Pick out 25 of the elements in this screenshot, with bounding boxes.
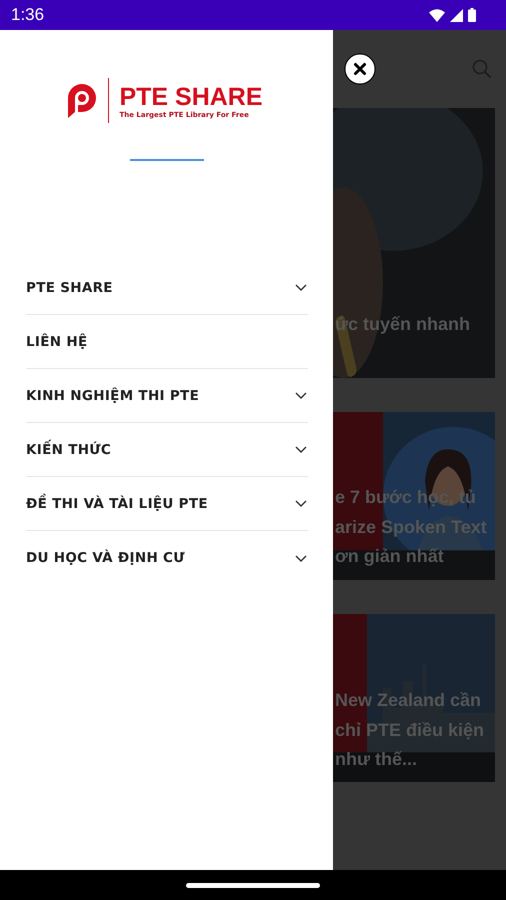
menu-label: DU HỌC VÀ ĐỊNH CƯ xyxy=(26,550,185,566)
close-icon[interactable] xyxy=(344,53,376,85)
chevron-icon[interactable] xyxy=(295,446,307,453)
chevron-icon[interactable] xyxy=(295,392,307,399)
chevron-icon[interactable] xyxy=(295,284,307,291)
status-time: 1:36 xyxy=(11,5,44,25)
menu-label: ĐỀ THI VÀ TÀI LIỆU PTE xyxy=(26,496,208,512)
battery-icon xyxy=(468,8,476,22)
menu-item[interactable]: KIẾN THỨC xyxy=(26,423,308,477)
wifi-icon xyxy=(429,8,445,22)
menu-item[interactable]: DU HỌC VÀ ĐỊNH CƯ xyxy=(26,531,308,585)
menu-label: KINH NGHIỆM THI PTE xyxy=(26,388,200,404)
menu-label: PTE SHARE xyxy=(26,280,113,296)
menu-item[interactable]: ĐỀ THI VÀ TÀI LIỆU PTE xyxy=(26,477,308,531)
menu-item[interactable]: LIÊN HỆ xyxy=(26,315,308,369)
logo-title: PTE SHARE xyxy=(119,82,263,110)
menu-label: KIẾN THỨC xyxy=(26,442,112,458)
logo-icon xyxy=(66,82,98,120)
home-handle[interactable] xyxy=(186,882,320,888)
menu-item[interactable]: PTE SHARE xyxy=(26,261,308,315)
menu-item[interactable]: KINH NGHIỆM THI PTE xyxy=(26,369,308,423)
chevron-icon[interactable] xyxy=(295,554,307,562)
signal-icon xyxy=(450,8,463,22)
chevron-icon[interactable] xyxy=(295,500,307,507)
menu-label: LIÊN HỆ xyxy=(26,334,88,350)
